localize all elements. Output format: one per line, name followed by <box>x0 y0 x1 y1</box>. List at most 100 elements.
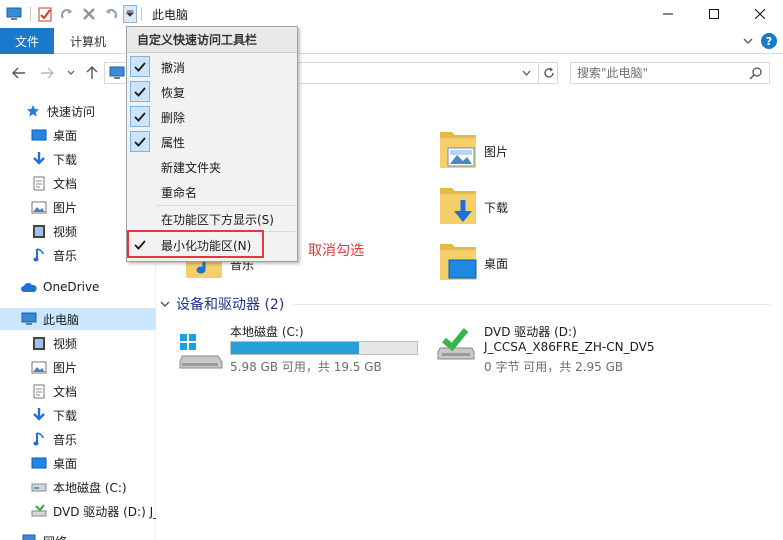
menu-item-properties[interactable]: 属性 <box>128 129 296 154</box>
group-divider <box>294 303 770 305</box>
music-icon <box>30 247 48 263</box>
nav-label: 此电脑 <box>43 312 80 327</box>
dvd-drive-icon[interactable] <box>436 326 476 362</box>
menu-item-show-below-ribbon[interactable]: 在功能区下方显示(S) <box>128 206 296 231</box>
nav-label: 桌面 <box>53 456 78 471</box>
nav-label: OneDrive <box>43 280 100 294</box>
menu-title: 自定义快速访问工具栏 <box>127 27 297 53</box>
downloads-folder-icon[interactable] <box>438 184 478 226</box>
menu-item-undo[interactable]: 撤消 <box>128 54 296 79</box>
nav-label: 视频 <box>53 336 78 351</box>
nav-pc-downloads[interactable]: 下载 <box>0 404 156 426</box>
nav-pc-dvd[interactable]: DVD 驱动器 (D:) J_ <box>0 500 156 522</box>
nav-label: 图片 <box>53 360 78 375</box>
close-icon <box>755 9 765 19</box>
annotation-highlight-box <box>127 230 264 258</box>
pictures-folder-icon[interactable] <box>438 128 478 170</box>
delete-icon[interactable] <box>79 4 99 24</box>
desktop-folder-icon[interactable] <box>438 240 478 282</box>
network-icon <box>20 533 38 540</box>
star-icon <box>24 103 42 119</box>
menu-item-label: 撤消 <box>161 61 186 75</box>
group-title: 设备和驱动器 (2) <box>176 297 285 313</box>
menu-item-rename[interactable]: 重命名 <box>128 179 296 204</box>
folder-label-downloads: 下载 <box>484 201 509 215</box>
drive-c-usage-bar <box>230 341 418 355</box>
chevron-down-icon <box>126 10 134 17</box>
chevron-down-icon <box>743 38 753 44</box>
nav-pc-documents[interactable]: 文档 <box>0 380 156 402</box>
nav-pc-local-disk[interactable]: 本地磁盘 (C:) <box>0 476 156 498</box>
up-button[interactable] <box>83 64 101 82</box>
menu-item-label: 新建文件夹 <box>161 161 222 175</box>
devices-group-header[interactable]: 设备和驱动器 (2) <box>160 294 770 314</box>
refresh-icon <box>543 67 554 78</box>
customize-toolbar-menu: 自定义快速访问工具栏 撤消 恢复 删除 属性 新建文件夹 重命名 在功能区下方显… <box>126 26 298 262</box>
menu-item-label: 恢复 <box>161 86 186 100</box>
menu-item-label: 删除 <box>161 111 186 125</box>
check-icon <box>130 81 150 102</box>
quick-access-toolbar <box>4 4 146 24</box>
nav-this-pc[interactable]: 此电脑 <box>0 308 156 330</box>
download-icon <box>30 407 48 423</box>
nav-label: 文档 <box>53 384 78 399</box>
redo-icon[interactable] <box>57 4 77 24</box>
maximize-button[interactable] <box>691 0 737 28</box>
menu-item-new-folder[interactable]: 新建文件夹 <box>128 154 296 179</box>
refresh-button[interactable] <box>538 62 558 84</box>
minimize-icon <box>663 13 673 15</box>
computer-icon <box>20 311 38 327</box>
nav-onedrive[interactable]: OneDrive <box>0 276 156 298</box>
tab-computer[interactable]: 计算机 <box>62 28 114 54</box>
local-disk-icon[interactable] <box>178 332 224 370</box>
nav-pc-videos[interactable]: 视频 <box>0 332 156 354</box>
nav-pc-desktop[interactable]: 桌面 <box>0 452 156 474</box>
drive-c-usage-fill <box>231 342 360 354</box>
chevron-down-icon <box>160 301 170 307</box>
nav-label: 视频 <box>53 224 78 239</box>
undo-icon[interactable] <box>101 4 121 24</box>
music-icon <box>30 431 48 447</box>
toolbar-separator <box>141 7 142 21</box>
back-button[interactable] <box>10 64 28 82</box>
customize-toolbar-dropdown[interactable] <box>123 5 137 23</box>
properties-icon[interactable] <box>35 4 55 24</box>
download-icon <box>30 151 48 167</box>
drive-d-name: DVD 驱动器 (D:) <box>484 325 577 339</box>
check-icon <box>130 106 150 127</box>
nav-label: 音乐 <box>53 432 78 447</box>
recent-locations-button[interactable] <box>62 64 80 82</box>
tab-file[interactable]: 文件 <box>0 28 54 54</box>
menu-item-label: 属性 <box>161 136 186 150</box>
address-history-button[interactable] <box>518 65 534 81</box>
search-icon[interactable] <box>749 66 763 80</box>
title-bar: 此电脑 <box>0 0 783 28</box>
menu-item-redo[interactable]: 恢复 <box>128 79 296 104</box>
search-input[interactable] <box>577 65 747 81</box>
nav-network[interactable]: 网络 <box>0 530 156 540</box>
ribbon: 文件 计算机 ? <box>0 28 783 54</box>
nav-pc-pictures[interactable]: 图片 <box>0 356 156 378</box>
nav-label: 网络 <box>43 533 67 540</box>
nav-label: 下载 <box>53 152 78 167</box>
help-button[interactable]: ? <box>761 33 777 49</box>
nav-pc-music[interactable]: 音乐 <box>0 428 156 450</box>
nav-label: 快速访问 <box>47 104 96 119</box>
nav-label: 桌面 <box>53 128 78 143</box>
expand-ribbon-button[interactable] <box>739 32 757 50</box>
caption-buttons <box>645 0 783 28</box>
arrow-left-icon <box>12 67 25 79</box>
close-button[interactable] <box>737 0 783 28</box>
minimize-button[interactable] <box>645 0 691 28</box>
desktop-icon <box>30 127 48 143</box>
toolbar-separator <box>30 7 31 21</box>
dvd-drive-icon <box>30 503 48 519</box>
check-icon <box>130 131 150 152</box>
menu-item-delete[interactable]: 删除 <box>128 104 296 129</box>
forward-button[interactable] <box>38 64 56 82</box>
computer-icon <box>109 66 125 79</box>
check-icon <box>130 56 150 77</box>
picture-icon <box>30 359 48 375</box>
menu-item-label: 重命名 <box>161 186 198 200</box>
menu-item-label: 在功能区下方显示(S) <box>161 213 274 227</box>
